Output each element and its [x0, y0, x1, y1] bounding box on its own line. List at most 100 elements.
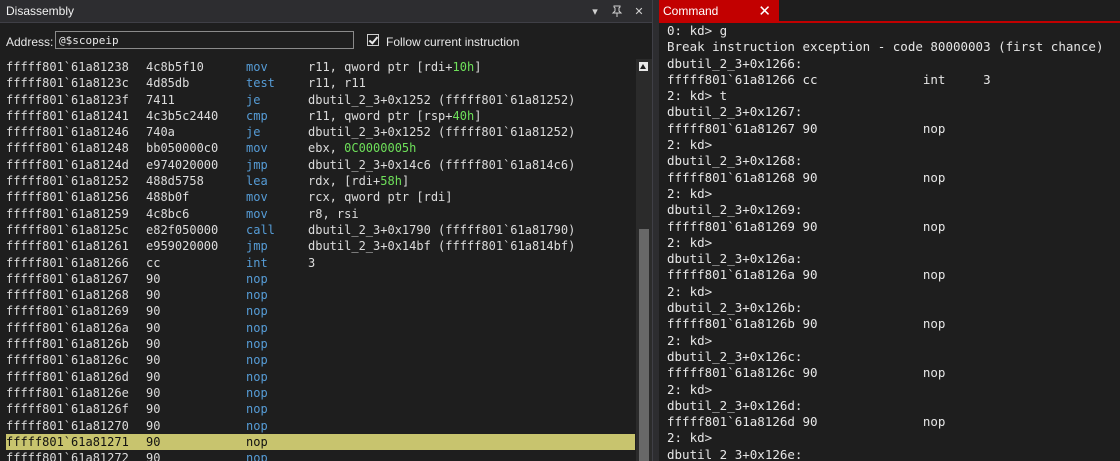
disassembly-row[interactable]: fffff801`61a81256 488b0f mov rcx, qword ptr… — [6, 189, 635, 205]
disassembly-row[interactable]: fffff801`61a8126b 90 nop — [6, 336, 635, 352]
instruction-mnemonic: mov — [246, 60, 268, 74]
instruction-operands: r11, qword ptr [rdi+10h] — [308, 59, 481, 75]
instruction-address: fffff801`61a8123f — [6, 92, 129, 107]
instruction-mnemonic: call — [246, 222, 275, 237]
dropdown-icon[interactable]: ▾ — [588, 4, 602, 18]
instruction-bytes: e82f050000 — [146, 222, 219, 237]
command-output[interactable]: 0: kd> g Break instruction exception - co… — [667, 23, 1120, 461]
instruction-address: fffff801`61a81271 — [6, 434, 129, 449]
instruction-operands: r8, rsi — [308, 206, 359, 222]
instruction-mnemonic: nop — [246, 385, 268, 400]
disassembly-row[interactable]: fffff801`61a81270 90 nop — [6, 418, 635, 434]
command-output-line: fffff801`61a8126b 90 nop — [667, 316, 946, 332]
instruction-bytes: 740a — [146, 125, 175, 140]
instruction-mnemonic: mov — [246, 141, 268, 156]
pin-icon[interactable] — [610, 4, 624, 18]
command-output-line: 2: kd> — [667, 234, 713, 250]
disassembly-row[interactable]: fffff801`61a8123f 7411 je dbutil_2_3+0x1252… — [6, 92, 635, 108]
command-output-line: 2: kd> — [667, 381, 713, 397]
disassembly-title: Disassembly — [6, 4, 75, 18]
disassembly-row[interactable]: fffff801`61a81261 e959020000 jmp dbutil_2_3… — [6, 238, 635, 254]
instruction-bytes: 90 — [146, 402, 161, 417]
instruction-bytes: 7411 — [146, 92, 175, 107]
disassembly-row[interactable]: fffff801`61a81267 90 nop — [6, 271, 635, 287]
disassembly-row[interactable]: fffff801`61a81252 488d5758 lea rdx, [rdi+58… — [6, 173, 635, 189]
scroll-up-arrow-icon[interactable] — [639, 62, 648, 71]
instruction-operands: dbutil_2_3+0x1252 (fffff801`61a81252) — [308, 124, 575, 140]
instruction-address: fffff801`61a81267 — [6, 271, 129, 286]
address-toolbar: Address: Follow current instruction — [0, 23, 652, 59]
instruction-address: fffff801`61a81269 — [6, 304, 129, 319]
disassembly-row[interactable]: fffff801`61a81269 90 nop — [6, 303, 635, 319]
disassembly-row[interactable]: fffff801`61a8126d 90 nop — [6, 369, 635, 385]
disassembly-row[interactable]: fffff801`61a81248 bb050000c0 mov ebx, 0C000… — [6, 140, 635, 156]
instruction-mnemonic: nop — [246, 337, 268, 352]
disassembly-row[interactable]: fffff801`61a8126c 90 nop — [6, 352, 635, 368]
operand-text: r11, qword ptr [rdi+ — [308, 60, 453, 74]
disassembly-row[interactable]: fffff801`61a81246 740a je dbutil_2_3+0x1252… — [6, 124, 635, 140]
disassembly-row[interactable]: fffff801`61a8126e 90 nop — [6, 385, 635, 401]
disassembly-title-bar: Disassembly ▾ ✕ — [0, 0, 652, 23]
instruction-bytes: e974020000 — [146, 157, 219, 172]
instruction-mnemonic: nop — [246, 288, 268, 303]
command-output-line: dbutil_2_3+0x126a: — [667, 251, 803, 267]
disassembly-listing[interactable]: fffff801`61a81238 4c8b5f10 mov r11, qword p… — [6, 59, 635, 461]
operand-text: dbutil_2_3+0x14c6 (fffff801`61a814c6) — [308, 157, 576, 172]
disassembly-row[interactable]: fffff801`61a81238 4c8b5f10 mov r11, qword p… — [6, 59, 635, 75]
instruction-address: fffff801`61a81266 — [6, 255, 129, 270]
disassembly-row[interactable]: fffff801`61a81259 4c8bc6 mov r8, rsi — [6, 206, 635, 222]
command-output-line: 2: kd> — [667, 430, 713, 446]
instruction-bytes: 488b0f — [146, 190, 190, 205]
instruction-bytes: 90 — [146, 320, 161, 335]
command-output-line: fffff801`61a81268 90 nop — [667, 169, 946, 185]
command-output-line: fffff801`61a81266 cc int 3 — [667, 71, 991, 87]
operand-text: ebx, — [308, 141, 345, 156]
command-output-line: dbutil_2_3+0x126c: — [667, 348, 803, 364]
instruction-bytes: 4c8bc6 — [146, 206, 190, 221]
current-instruction-row[interactable]: fffff801`61a81271 90 nop — [6, 433, 635, 451]
close-icon[interactable]: ✕ — [758, 2, 771, 20]
vertical-scrollbar[interactable] — [636, 59, 652, 461]
command-output-line: dbutil_2_3+0x126e: — [667, 446, 803, 461]
instruction-mnemonic: je — [246, 125, 261, 140]
command-output-line: fffff801`61a81267 90 nop — [667, 120, 946, 136]
disassembly-row[interactable]: fffff801`61a8123c 4d85db test r11, r11 — [6, 75, 635, 91]
address-label: Address: — [6, 35, 54, 49]
operand-tail: ] — [474, 60, 482, 74]
operand-immediate: 0C0000005h — [344, 141, 417, 156]
instruction-bytes: 90 — [146, 451, 161, 461]
disassembly-row[interactable]: fffff801`61a8125c e82f050000 call dbutil_2_… — [6, 222, 635, 238]
address-input[interactable] — [55, 31, 354, 49]
instruction-bytes: 4c3b5c2440 — [146, 108, 219, 123]
follow-instruction-checkbox[interactable] — [367, 34, 379, 46]
tab-command[interactable]: Command ✕ — [659, 0, 779, 21]
instruction-address: fffff801`61a81272 — [6, 451, 129, 461]
follow-instruction-label[interactable]: Follow current instruction — [386, 35, 519, 49]
scrollbar-thumb[interactable] — [639, 229, 649, 461]
disassembly-row[interactable]: fffff801`61a81266 cc int 3 — [6, 255, 635, 271]
instruction-address: fffff801`61a81248 — [6, 141, 129, 156]
disassembly-row[interactable]: fffff801`61a8124d e974020000 jmp dbutil_2_3… — [6, 157, 635, 173]
disassembly-row[interactable]: fffff801`61a81272 90 nop — [6, 450, 635, 461]
instruction-address: fffff801`61a8123c — [6, 76, 129, 91]
command-output-line: 2: kd> — [667, 137, 713, 153]
instruction-address: fffff801`61a81252 — [6, 174, 129, 189]
command-output-line: fffff801`61a8126a 90 nop — [667, 267, 946, 283]
disassembly-row[interactable]: fffff801`61a8126f 90 nop — [6, 401, 635, 417]
command-output-line: fffff801`61a81269 90 nop — [667, 218, 946, 234]
command-output-line: dbutil_2_3+0x1266: — [667, 55, 803, 71]
instruction-mnemonic: nop — [246, 304, 268, 319]
instruction-operands: dbutil_2_3+0x1790 (fffff801`61a81790) — [308, 222, 575, 238]
instruction-bytes: 90 — [146, 385, 161, 400]
command-output-line: dbutil_2_3+0x1268: — [667, 153, 803, 169]
operand-text: dbutil_2_3+0x14bf (fffff801`61a814bf) — [308, 239, 576, 254]
instruction-operands: dbutil_2_3+0x1252 (fffff801`61a81252) — [308, 92, 575, 108]
instruction-address: fffff801`61a8126a — [6, 320, 129, 335]
instruction-operands: rcx, qword ptr [rdi] — [308, 189, 453, 205]
instruction-address: fffff801`61a81238 — [6, 60, 129, 74]
disassembly-row[interactable]: fffff801`61a81268 90 nop — [6, 287, 635, 303]
close-icon[interactable]: ✕ — [632, 4, 646, 18]
instruction-bytes: cc — [146, 255, 161, 270]
disassembly-row[interactable]: fffff801`61a81241 4c3b5c2440 cmp r11, qword… — [6, 108, 635, 124]
disassembly-row[interactable]: fffff801`61a8126a 90 nop — [6, 320, 635, 336]
